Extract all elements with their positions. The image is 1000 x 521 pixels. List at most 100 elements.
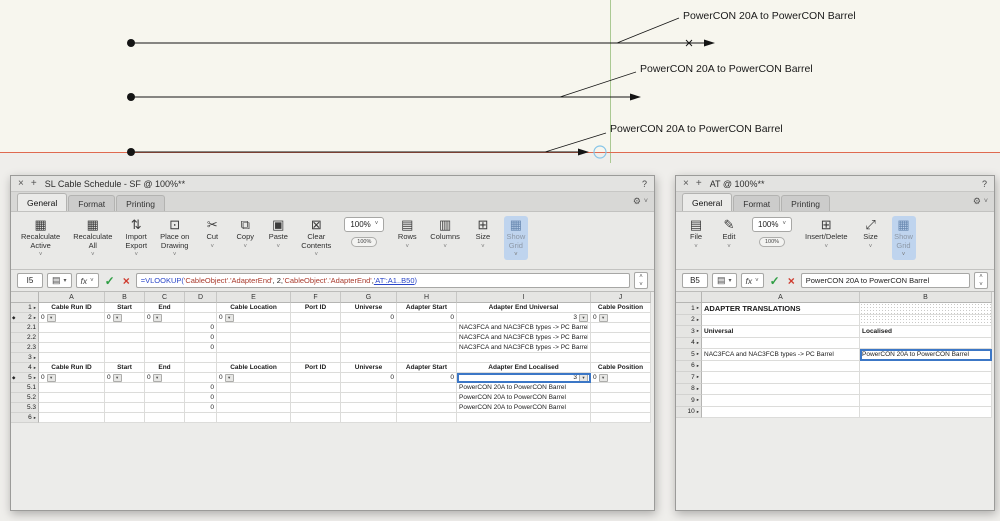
row-disclosure-icon[interactable]: ▸	[697, 409, 699, 415]
help-button[interactable]: ?	[642, 179, 647, 189]
cell-C5.1[interactable]	[145, 383, 185, 393]
cell-J5.2[interactable]	[591, 393, 651, 403]
cell-I2.1[interactable]: NAC3FCA and NAC3FCB types -> PC Barrel	[457, 323, 591, 333]
row-header-5.2[interactable]: 5.2	[11, 393, 39, 403]
tab-printing[interactable]: Printing	[781, 195, 830, 211]
row-header-10[interactable]: 10▸	[676, 407, 702, 419]
add-icon[interactable]: +	[31, 179, 37, 189]
cell-I5.1[interactable]: PowerCON 20A to PowerCON Barrel	[457, 383, 591, 393]
cell-B2[interactable]: 0▾	[105, 313, 145, 323]
cell-I5.2[interactable]: PowerCON 20A to PowerCON Barrel	[457, 393, 591, 403]
row-disclosure-icon[interactable]: ▸	[697, 363, 699, 369]
cell-H2[interactable]: 0	[397, 313, 457, 323]
row-header-4[interactable]: 4▸	[11, 363, 39, 373]
row-header-9[interactable]: 9▸	[676, 395, 702, 407]
row-header-2.3[interactable]: 2.3	[11, 343, 39, 353]
row-header-1[interactable]: 1▸	[11, 303, 39, 313]
toolbar-button-recalculate-active[interactable]: ▦Recalculate Active˅	[19, 216, 62, 260]
cell-reference-box[interactable]: B5	[682, 273, 708, 288]
chevron-down-icon[interactable]: ˅	[514, 252, 518, 259]
formula-input[interactable]: =VLOOKUP('CableObject'.'AdapterEnd', 2, …	[136, 273, 630, 288]
row-disclosure-icon[interactable]: ▸	[34, 415, 36, 421]
cell-F4[interactable]: Port ID	[291, 363, 341, 373]
cell-H5.1[interactable]	[397, 383, 457, 393]
chevron-down-icon[interactable]: ˅	[39, 252, 43, 259]
tab-general[interactable]: General	[17, 193, 67, 211]
cell-A2[interactable]: 0▾	[39, 313, 105, 323]
cell-G2.3[interactable]	[341, 343, 397, 353]
cell-G4[interactable]: Universe	[341, 363, 397, 373]
function-dropdown[interactable]: fx ˅	[76, 273, 99, 288]
cell-A3[interactable]	[39, 353, 105, 363]
cell-I2[interactable]: 3▾	[457, 313, 591, 323]
cell-A6[interactable]	[702, 361, 860, 373]
row-header-5.3[interactable]: 5.3	[11, 403, 39, 413]
cell-F5.3[interactable]	[291, 403, 341, 413]
cell-J5[interactable]: 0▾	[591, 373, 651, 383]
toolbar-button-rows[interactable]: ▤Rows˅	[395, 216, 419, 252]
cell-E4[interactable]: Cable Location	[217, 363, 291, 373]
toolbar-button-recalculate-all[interactable]: ▦Recalculate All˅	[71, 216, 114, 260]
zoom-dropdown[interactable]: 100%˅	[344, 217, 384, 232]
cell-D5.1[interactable]: 0	[185, 383, 217, 393]
cell-dropdown-icon[interactable]: ▾	[153, 374, 162, 382]
chevron-down-icon[interactable]: ˅	[902, 252, 906, 259]
cell-B5.2[interactable]	[105, 393, 145, 403]
cell-C5.2[interactable]	[145, 393, 185, 403]
chevron-down-icon[interactable]: ˅	[315, 252, 319, 259]
tab-format[interactable]: Format	[68, 195, 115, 211]
row-header-3[interactable]: 3▸	[11, 353, 39, 363]
cell-F6[interactable]	[291, 413, 341, 423]
row-header-2[interactable]: ◆2▸	[11, 313, 39, 323]
row-header-7[interactable]: 7▸	[676, 372, 702, 384]
cell-H6[interactable]	[397, 413, 457, 423]
toolbar-button-size[interactable]: ⊞Size˅	[471, 216, 495, 252]
cell-F5.2[interactable]	[291, 393, 341, 403]
row-disclosure-icon[interactable]: ▸	[34, 305, 36, 311]
function-dropdown[interactable]: fx ˅	[741, 273, 764, 288]
cell-G5.1[interactable]	[341, 383, 397, 393]
toolbar-button-insert-delete[interactable]: ⊞Insert/Delete˅	[803, 216, 850, 252]
cable-object-2[interactable]: PowerCON 20A to PowerCON Barrel	[127, 63, 813, 101]
cell-C2.3[interactable]	[145, 343, 185, 353]
accept-button[interactable]: ✓	[103, 274, 117, 288]
cell-G2[interactable]: 0	[341, 313, 397, 323]
row-header-4[interactable]: 4▸	[676, 338, 702, 350]
cell-H2.2[interactable]	[397, 333, 457, 343]
cell-F3[interactable]	[291, 353, 341, 363]
toolbar-button-place-on-drawing[interactable]: ⊡Place on Drawing˅	[158, 216, 191, 260]
row-header-6[interactable]: 6▸	[11, 413, 39, 423]
cell-format-dropdown[interactable]: ▤ ▾	[712, 273, 737, 288]
cell-C2.2[interactable]	[145, 333, 185, 343]
cell-G1[interactable]: Universe	[341, 303, 397, 313]
cell-B5.1[interactable]	[105, 383, 145, 393]
cell-F5.1[interactable]	[291, 383, 341, 393]
cell-J2.3[interactable]	[591, 343, 651, 353]
cancel-button[interactable]: ×	[786, 274, 797, 288]
cell-E6[interactable]	[217, 413, 291, 423]
column-header-F[interactable]: F	[291, 292, 341, 303]
cell-I5[interactable]: 3▾	[457, 373, 591, 383]
cell-I3[interactable]	[457, 353, 591, 363]
cell-dropdown-icon[interactable]: ▾	[599, 314, 608, 322]
chevron-down-icon[interactable]: ˅	[694, 244, 698, 251]
add-icon[interactable]: +	[696, 179, 702, 189]
row-header-6[interactable]: 6▸	[676, 361, 702, 373]
row-header-5[interactable]: ◆5▸	[11, 373, 39, 383]
chevron-down-icon[interactable]: ˅	[635, 281, 647, 289]
cell-dropdown-icon[interactable]: ▾	[225, 374, 234, 382]
cell-B1[interactable]	[860, 303, 992, 315]
toolbar-button-show-grid[interactable]: ▦Show Grid˅	[892, 216, 916, 260]
cell-A6[interactable]	[39, 413, 105, 423]
row-header-2.2[interactable]: 2.2	[11, 333, 39, 343]
cell-A5[interactable]: 0▾	[39, 373, 105, 383]
cell-dropdown-icon[interactable]: ▾	[599, 374, 608, 382]
cell-F2[interactable]	[291, 313, 341, 323]
cell-B2.1[interactable]	[105, 323, 145, 333]
cell-H5[interactable]: 0	[397, 373, 457, 383]
cell-B5.3[interactable]	[105, 403, 145, 413]
chevron-up-icon[interactable]: ˄	[635, 273, 647, 281]
cell-B5[interactable]: 0▾	[105, 373, 145, 383]
toolbar-button-paste[interactable]: ▣Paste˅	[266, 216, 290, 252]
row-header-8[interactable]: 8▸	[676, 384, 702, 396]
